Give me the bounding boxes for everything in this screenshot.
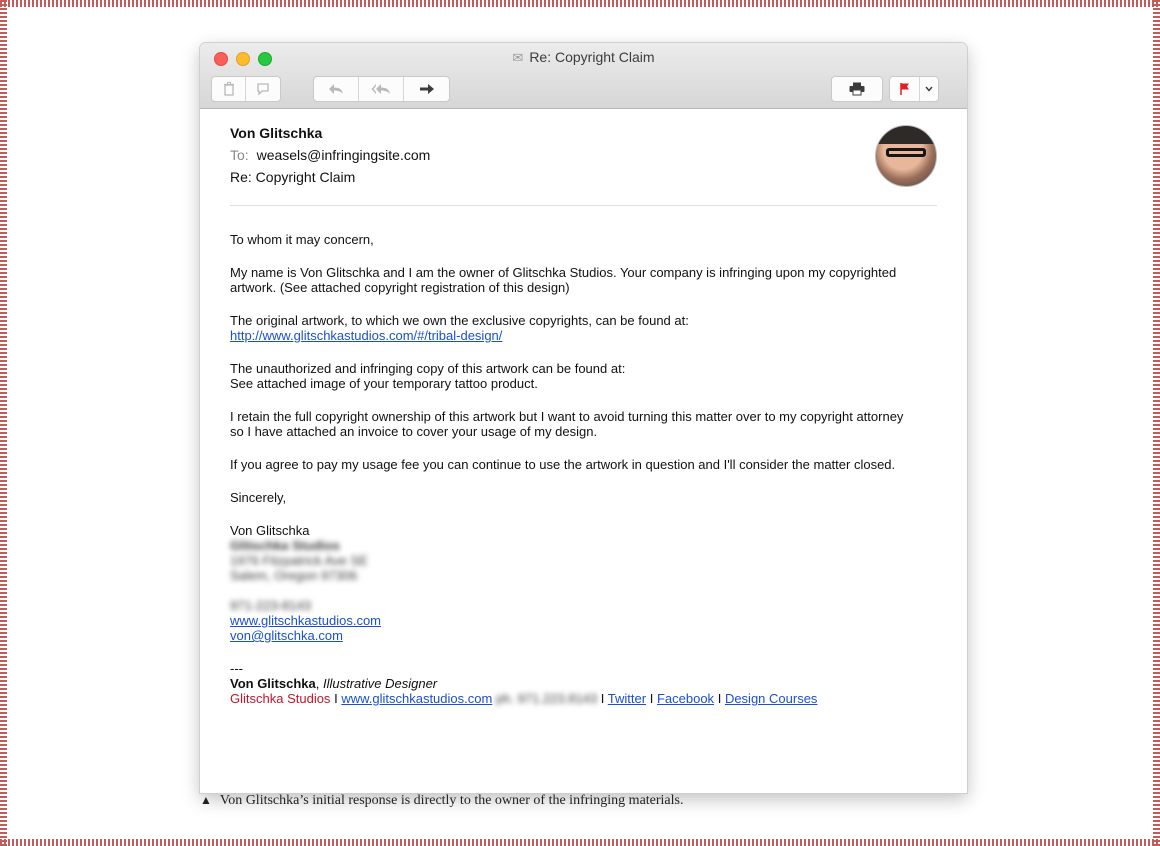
signature-email-link[interactable]: von@glitschka.com (230, 628, 343, 643)
border-bottom (0, 839, 1160, 846)
avatar-glasses (886, 148, 926, 157)
envelope-icon: ✉ (512, 50, 524, 65)
avatar (875, 125, 937, 187)
footer-name: Von Glitschka (230, 676, 316, 691)
figure-caption: ▲ Von Glitschka’s initial response is dir… (200, 793, 683, 809)
forward-icon[interactable] (404, 77, 449, 101)
print-group (831, 76, 883, 102)
signature-dashes: --- (230, 661, 243, 676)
reply-icon[interactable] (314, 77, 359, 101)
mail-window: ✉ Re: Copyright Claim Von Glitschka To: … (200, 43, 967, 793)
window-title-text: Re: Copyright Claim (529, 49, 655, 65)
window-title: ✉ Re: Copyright Claim (200, 49, 967, 66)
paragraph-1: My name is Von Glitschka and I am the ow… (230, 265, 897, 295)
avatar-hair (876, 126, 936, 144)
border-right (1153, 0, 1160, 846)
footer-separator: I (334, 691, 338, 706)
recipient-line: To: weasels@infringingsite.com (230, 147, 937, 163)
signature-address-2-blurred: Salem, Oregon 97306 (230, 568, 358, 583)
footer-signature: --- Von Glitschka, Illustrative Designer… (230, 661, 910, 706)
junk-icon[interactable] (246, 77, 280, 101)
to-label: To: (230, 147, 249, 163)
footer-phone-blurred: ph. 971.223.8143 (495, 691, 598, 706)
signature-name: Von Glitschka (230, 523, 310, 538)
footer-studio: Glitschka Studios (230, 691, 331, 706)
trash-icon[interactable] (212, 77, 246, 101)
caption-marker: ▲ (200, 793, 212, 807)
signature-website-link[interactable]: www.glitschkastudios.com (230, 613, 381, 628)
facebook-link[interactable]: Facebook (657, 691, 714, 706)
title-bar: ✉ Re: Copyright Claim (200, 43, 967, 109)
message-subject: Re: Copyright Claim (230, 169, 356, 185)
footer-title-separator: , (315, 676, 320, 691)
signature-studio-blurred: Glitschka Studios (230, 538, 340, 553)
paragraph-2: The original artwork, to which we own th… (230, 313, 910, 343)
paragraph-3-line-2: See attached image of your temporary tat… (230, 376, 538, 391)
signature-phone-blurred: 971-223-8143 (230, 598, 311, 613)
paragraph-2-text: The original artwork, to which we own th… (230, 313, 689, 328)
caption-text: Von Glitschka’s initial response is dire… (219, 793, 684, 808)
paragraph-3: The unauthorized and infringing copy of … (230, 361, 910, 391)
reply-all-icon[interactable] (359, 77, 404, 101)
footer-title: Illustrative Designer (322, 676, 438, 691)
footer-links-line: Glitschka Studios I www.glitschkastudios… (230, 691, 910, 706)
border-top (0, 0, 1160, 7)
recipient-address[interactable]: weasels@infringingsite.com (257, 147, 431, 163)
message-body: To whom it may concern, My name is Von G… (230, 232, 910, 706)
original-artwork-link[interactable]: http://www.glitschkastudios.com/#/tribal… (230, 328, 502, 343)
flag-group (889, 76, 939, 102)
sender-name: Von Glitschka (230, 125, 323, 141)
footer-website-link[interactable]: www.glitschkastudios.com (341, 691, 492, 706)
greeting: To whom it may concern, (230, 232, 374, 247)
paragraph-5: If you agree to pay my usage fee you can… (230, 457, 896, 472)
signature-block: Von Glitschka Glitschka Studios 1976 Fit… (230, 523, 910, 643)
message-header: Von Glitschka To: weasels@infringingsite… (230, 125, 937, 187)
footer-name-line: Von Glitschka, Illustrative Designer (230, 676, 910, 691)
paragraph-3-line-1: The unauthorized and infringing copy of … (230, 361, 626, 376)
twitter-link[interactable]: Twitter (608, 691, 646, 706)
paragraph-4: I retain the full copyright ownership of… (230, 409, 904, 439)
print-icon[interactable] (832, 77, 882, 101)
delete-junk-group (211, 76, 281, 102)
reply-group (313, 76, 450, 102)
signature-address-1-blurred: 1976 Fitzpatrick Ave SE (230, 553, 368, 568)
closing: Sincerely, (230, 490, 287, 505)
footer-separator: I (649, 691, 654, 706)
footer-separator: I (717, 691, 722, 706)
design-courses-link[interactable]: Design Courses (725, 691, 818, 706)
footer-separator: I (600, 691, 605, 706)
flag-icon[interactable] (890, 77, 920, 101)
header-divider (230, 205, 937, 206)
border-left (0, 0, 7, 846)
chevron-down-icon[interactable] (920, 77, 938, 101)
